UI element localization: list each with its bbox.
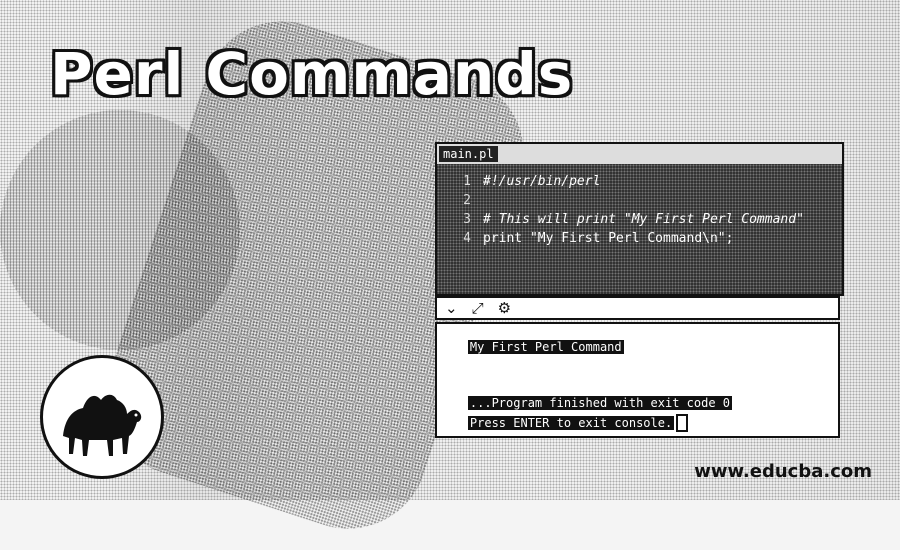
- text-cursor: [676, 414, 689, 432]
- code-text: # This will print "My First Perl Command…: [483, 212, 804, 227]
- console-toolbar: ⌄ ⤢ ⚙: [435, 296, 840, 320]
- line-number: 4: [463, 231, 471, 246]
- console-prompt-line: Press ENTER to exit console.: [439, 400, 689, 446]
- code-line: 4 print "My First Perl Command\n";: [437, 229, 842, 248]
- chevron-down-icon[interactable]: ⌄: [445, 299, 458, 317]
- code-line: 2: [437, 191, 842, 210]
- file-tab[interactable]: main.pl: [439, 146, 498, 162]
- page-title: Perl Commands: [50, 40, 574, 108]
- camel-logo: [40, 355, 164, 479]
- output-console[interactable]: My First Perl Command ...Program finishe…: [435, 322, 840, 438]
- code-editor[interactable]: main.pl 1 #!/usr/bin/perl 2 3 # This wil…: [435, 142, 844, 296]
- code-text: #!/usr/bin/perl: [483, 174, 601, 189]
- code-area[interactable]: 1 #!/usr/bin/perl 2 3 # This will print …: [437, 164, 842, 294]
- line-number: 2: [463, 193, 471, 208]
- code-text: print "My First Perl Command\n";: [483, 231, 734, 246]
- code-line: 1 #!/usr/bin/perl: [437, 172, 842, 191]
- console-output-line: My First Perl Command: [467, 340, 624, 354]
- background-decoration-left: [0, 110, 240, 350]
- settings-icon[interactable]: ⚙: [498, 299, 511, 317]
- line-number: 3: [463, 212, 471, 227]
- code-line: 3 # This will print "My First Perl Comma…: [437, 210, 842, 229]
- line-number: 1: [463, 174, 471, 189]
- expand-icon[interactable]: ⤢: [472, 299, 484, 317]
- watermark: www.educba.com: [694, 461, 872, 482]
